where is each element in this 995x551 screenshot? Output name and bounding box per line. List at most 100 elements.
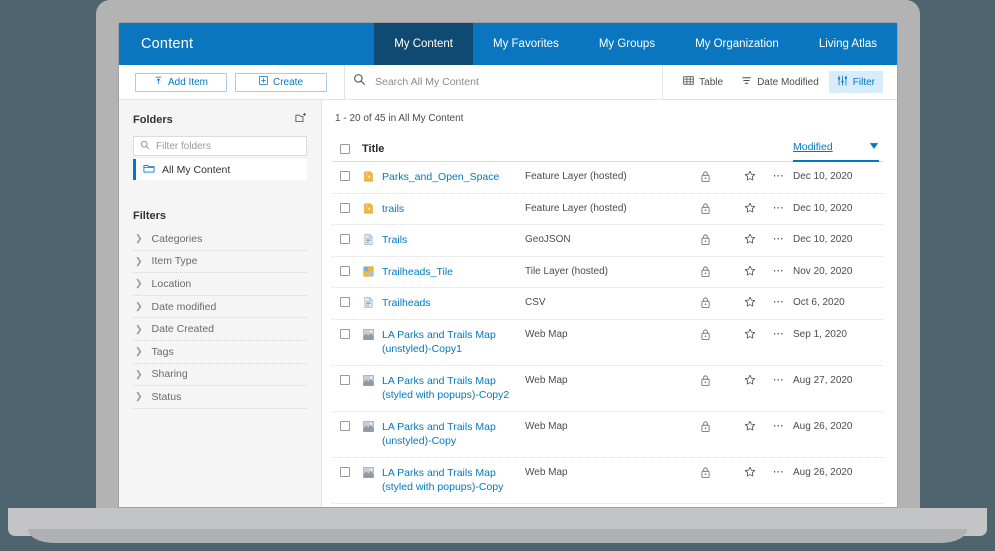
select-all-checkbox[interactable] xyxy=(340,144,350,154)
filter-section-location[interactable]: ❯ Location xyxy=(133,273,307,296)
sharing-lock-icon[interactable] xyxy=(675,202,735,215)
row-title-cell: Trailheads xyxy=(362,296,525,311)
row-actions-cell: ⋯ xyxy=(765,170,793,182)
item-link[interactable]: Trailheads_Tile xyxy=(362,265,515,280)
folder-icon xyxy=(143,162,155,177)
row-checkbox[interactable] xyxy=(340,329,350,339)
favorite-star-icon[interactable] xyxy=(735,420,765,432)
filter-section-label: Tags xyxy=(152,346,174,358)
sharing-lock-icon[interactable] xyxy=(675,466,735,479)
filter-section-item-type[interactable]: ❯ Item Type xyxy=(133,251,307,274)
favorite-star-icon[interactable] xyxy=(735,265,765,277)
filter-section-label: Date modified xyxy=(152,301,217,313)
select-all-cell xyxy=(332,144,362,154)
row-actions-cell: ⋯ xyxy=(765,466,793,478)
tab-my-groups[interactable]: My Groups xyxy=(579,23,675,65)
sharing-lock-icon[interactable] xyxy=(675,265,735,278)
item-link[interactable]: LA Parks and Trails Map (unstyled)-Copy xyxy=(362,420,515,449)
add-item-button[interactable]: Add Item xyxy=(135,73,227,92)
item-link[interactable]: LA Parks and Trails Map (styled with pop… xyxy=(362,374,515,403)
row-checkbox[interactable] xyxy=(340,203,350,213)
more-options-icon[interactable]: ⋯ xyxy=(773,328,785,340)
row-checkbox[interactable] xyxy=(340,234,350,244)
folder-filter-field[interactable] xyxy=(133,136,307,156)
sidebar-folder-all-my-content[interactable]: All My Content xyxy=(133,159,307,180)
table-view-button[interactable]: Table xyxy=(675,71,731,93)
search-area[interactable] xyxy=(344,65,662,99)
more-options-icon[interactable]: ⋯ xyxy=(773,170,785,182)
favorite-star-icon[interactable] xyxy=(735,328,765,340)
filter-section-date-created[interactable]: ❯ Date Created xyxy=(133,318,307,341)
table-icon xyxy=(683,75,694,89)
filter-label: Filter xyxy=(853,77,875,88)
row-select-cell xyxy=(332,466,362,477)
row-checkbox[interactable] xyxy=(340,421,350,431)
sharing-lock-icon[interactable] xyxy=(675,374,735,387)
row-checkbox[interactable] xyxy=(340,171,350,181)
item-link[interactable]: trails xyxy=(362,202,515,217)
more-options-icon[interactable]: ⋯ xyxy=(773,374,785,386)
filter-section-status[interactable]: ❯ Status xyxy=(133,386,307,409)
web-map-icon xyxy=(362,466,375,479)
row-title-cell: LA Parks and Trails Map (styled with pop… xyxy=(362,466,525,495)
table-row: LA Parks and Trails Map (styled with pop… xyxy=(332,366,883,412)
item-type-label: Tile Layer (hosted) xyxy=(525,265,675,280)
folder-filter-input[interactable] xyxy=(156,141,300,152)
row-select-cell xyxy=(332,265,362,276)
more-options-icon[interactable]: ⋯ xyxy=(773,296,785,308)
row-select-cell xyxy=(332,233,362,244)
sharing-lock-icon[interactable] xyxy=(675,420,735,433)
row-title-cell: trails xyxy=(362,202,525,217)
item-link[interactable]: LA Parks and Trails Map (styled with pop… xyxy=(362,466,515,495)
favorite-star-icon[interactable] xyxy=(735,374,765,386)
favorite-star-icon[interactable] xyxy=(735,170,765,182)
item-title-label: Trails xyxy=(382,233,407,248)
filter-section-date-modified[interactable]: ❯ Date modified xyxy=(133,296,307,319)
row-checkbox[interactable] xyxy=(340,467,350,477)
sharing-lock-icon[interactable] xyxy=(675,233,735,246)
column-header-title[interactable]: Title xyxy=(362,143,525,155)
favorite-star-icon[interactable] xyxy=(735,202,765,214)
item-link[interactable]: Parks_and_Open_Space xyxy=(362,170,515,185)
row-checkbox[interactable] xyxy=(340,297,350,307)
row-select-cell xyxy=(332,170,362,181)
search-input[interactable] xyxy=(375,76,662,88)
filter-section-categories[interactable]: ❯ Categories xyxy=(133,228,307,251)
tab-my-favorites[interactable]: My Favorites xyxy=(473,23,579,65)
row-checkbox[interactable] xyxy=(340,266,350,276)
sharing-lock-icon[interactable] xyxy=(675,170,735,183)
folders-title: Folders xyxy=(133,114,173,126)
item-title-label: LA Parks and Trails Map (unstyled)-Copy1 xyxy=(382,328,515,357)
more-options-icon[interactable]: ⋯ xyxy=(773,420,785,432)
item-type-label: Feature Layer (hosted) xyxy=(525,202,675,217)
sort-date-modified-button[interactable]: Date Modified xyxy=(733,71,827,93)
filter-button[interactable]: Filter xyxy=(829,71,883,93)
row-title-cell: Trailheads_Tile xyxy=(362,265,525,280)
item-link[interactable]: Trails xyxy=(362,233,515,248)
filter-section-tags[interactable]: ❯ Tags xyxy=(133,341,307,364)
tab-my-content[interactable]: My Content xyxy=(374,23,473,65)
row-checkbox[interactable] xyxy=(340,375,350,385)
more-options-icon[interactable]: ⋯ xyxy=(773,265,785,277)
favorite-star-icon[interactable] xyxy=(735,233,765,245)
item-title-label: Trailheads xyxy=(382,296,431,311)
filter-section-sharing[interactable]: ❯ Sharing xyxy=(133,364,307,387)
new-folder-icon[interactable] xyxy=(295,112,307,127)
item-link[interactable]: Trailheads xyxy=(362,296,515,311)
item-type-label: Web Map xyxy=(525,420,675,435)
sharing-lock-icon[interactable] xyxy=(675,328,735,341)
item-modified-label: Oct 6, 2020 xyxy=(793,296,879,311)
more-options-icon[interactable]: ⋯ xyxy=(773,202,785,214)
create-button[interactable]: Create xyxy=(235,73,327,92)
item-type-label: GeoJSON xyxy=(525,233,675,248)
more-options-icon[interactable]: ⋯ xyxy=(773,466,785,478)
more-options-icon[interactable]: ⋯ xyxy=(773,233,785,245)
tab-my-organization[interactable]: My Organization xyxy=(675,23,799,65)
item-link[interactable]: LA Parks and Trails Map (unstyled)-Copy1 xyxy=(362,328,515,357)
favorite-star-icon[interactable] xyxy=(735,296,765,308)
chevron-right-icon: ❯ xyxy=(135,234,143,243)
column-header-modified[interactable]: Modified xyxy=(793,136,879,162)
sharing-lock-icon[interactable] xyxy=(675,296,735,309)
favorite-star-icon[interactable] xyxy=(735,466,765,478)
tab-living-atlas[interactable]: Living Atlas xyxy=(799,23,897,65)
